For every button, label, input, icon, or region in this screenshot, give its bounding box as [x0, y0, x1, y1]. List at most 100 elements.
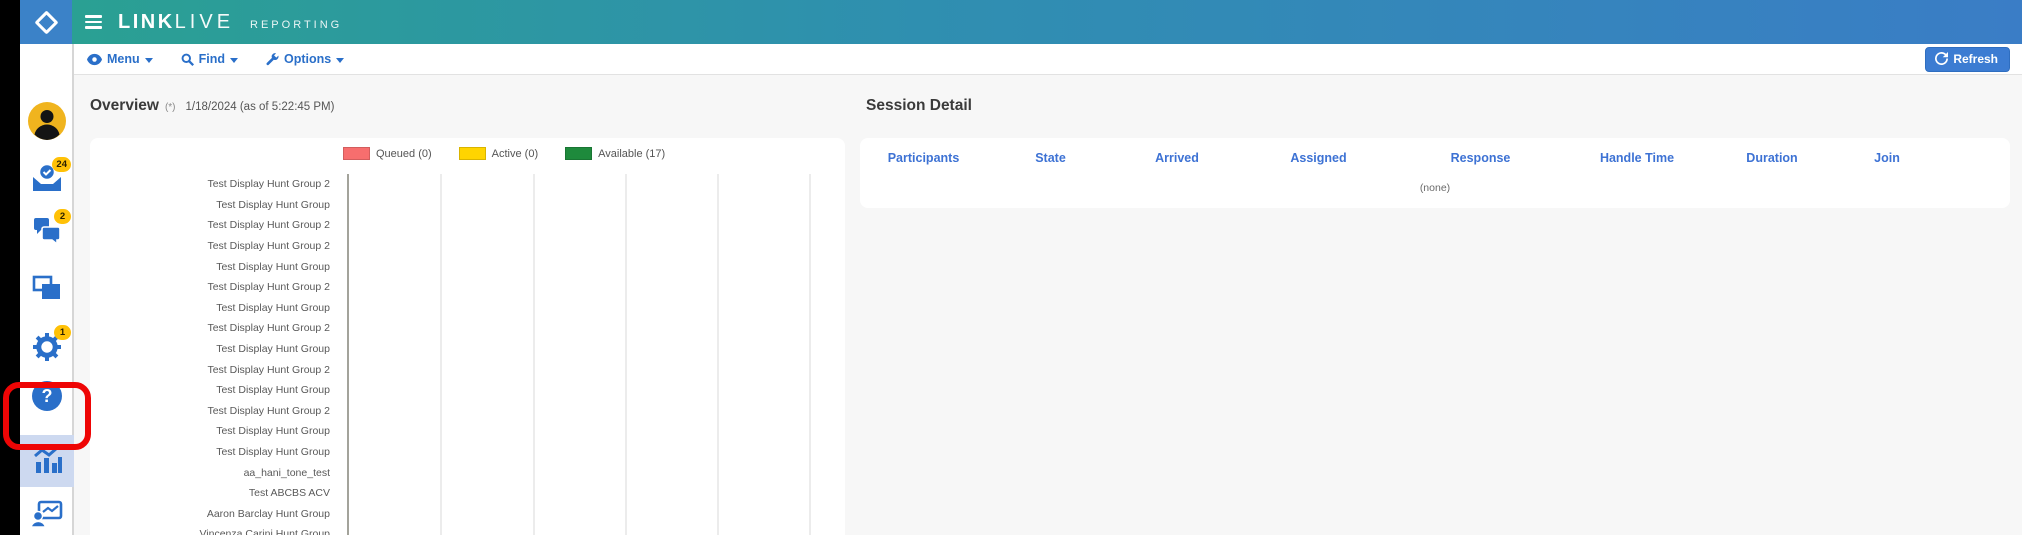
- find-dropdown[interactable]: Find: [181, 52, 238, 66]
- column-header[interactable]: State: [987, 151, 1114, 165]
- brand-title: LINK LIVE REPORTING: [118, 11, 342, 34]
- sidebar-item-supervisor[interactable]: [20, 500, 74, 528]
- hunt-group-chart: Test Display Hunt Group 2 Test Display H…: [90, 174, 845, 535]
- legend-item: Queued (0): [343, 147, 432, 160]
- options-dropdown[interactable]: Options: [266, 52, 344, 66]
- sidebar-item-help[interactable]: ?: [20, 381, 74, 411]
- chart-row: Test Display Hunt Group 2: [90, 174, 845, 195]
- help-glyph: ?: [42, 386, 53, 407]
- sidebar-item-messages[interactable]: 24: [20, 164, 74, 194]
- hunt-group-label[interactable]: Test Display Hunt Group: [90, 261, 340, 273]
- hunt-group-label[interactable]: Test Display Hunt Group 2: [90, 281, 340, 293]
- column-header[interactable]: Handle Time: [1564, 151, 1710, 165]
- column-header[interactable]: Assigned: [1240, 151, 1397, 165]
- chart-row: Test Display Hunt Group 2: [90, 359, 845, 380]
- session-detail-title: Session Detail: [866, 97, 972, 115]
- sidebar-item-profile[interactable]: [20, 102, 74, 140]
- legend-item: Active (0): [459, 147, 538, 160]
- chart-legend: Queued (0) Active (0) Available (17): [343, 147, 665, 160]
- hunt-group-label[interactable]: Vincenza Carini Hunt Group: [90, 528, 340, 535]
- column-header[interactable]: Arrived: [1114, 151, 1240, 165]
- chart-row: Aaron Barclay Hunt Group: [90, 504, 845, 525]
- icon-sidebar: 24 2 1: [20, 44, 74, 535]
- session-detail-header-row: Participants State Arrived Assigned Resp…: [860, 151, 2010, 165]
- chevron-down-icon: [336, 58, 344, 63]
- chart-row: aa_hani_tone_test: [90, 462, 845, 483]
- hunt-group-label[interactable]: Test Display Hunt Group 2: [90, 405, 340, 417]
- chart-row: Test Display Hunt Group 2: [90, 215, 845, 236]
- settings-badge: 1: [54, 325, 71, 340]
- brand-reporting: REPORTING: [250, 19, 342, 31]
- sidebar-item-settings[interactable]: 1: [20, 332, 74, 362]
- hunt-group-label[interactable]: Test Display Hunt Group: [90, 384, 340, 396]
- legend-label: Available (17): [598, 148, 665, 160]
- chart-row: Test Display Hunt Group: [90, 195, 845, 216]
- empty-table-message: (none): [860, 182, 2010, 194]
- legend-label: Queued (0): [376, 148, 432, 160]
- column-header[interactable]: Duration: [1710, 151, 1834, 165]
- hunt-group-label[interactable]: Test ABCBS ACV: [90, 487, 340, 499]
- hunt-group-label[interactable]: Test Display Hunt Group: [90, 425, 340, 437]
- hunt-group-label[interactable]: Test Display Hunt Group 2: [90, 219, 340, 231]
- refresh-button[interactable]: Refresh: [1925, 47, 2010, 72]
- sidebar-item-reports-active[interactable]: [20, 445, 74, 475]
- refresh-label: Refresh: [1953, 52, 1998, 66]
- legend-item: Available (17): [565, 147, 665, 160]
- overview-timestamp: 1/18/2024 (as of 5:22:45 PM): [186, 101, 335, 113]
- sidebar-item-chats[interactable]: 2: [20, 216, 74, 244]
- diamond-icon: [34, 10, 58, 34]
- chart-rows: Test Display Hunt Group 2 Test Display H…: [90, 174, 845, 535]
- legend-label: Active (0): [492, 148, 538, 160]
- hunt-group-label[interactable]: Aaron Barclay Hunt Group: [90, 508, 340, 520]
- hunt-group-label[interactable]: Test Display Hunt Group: [90, 343, 340, 355]
- letterbox-strip: [0, 0, 20, 535]
- legend-swatch: [459, 147, 486, 160]
- refresh-icon: [1935, 52, 1948, 65]
- hunt-group-label[interactable]: Test Display Hunt Group: [90, 446, 340, 458]
- menu-bar: Menu Find Options Refresh: [74, 44, 2022, 75]
- overview-chart-card: Queued (0) Active (0) Available (17) Tes…: [90, 138, 845, 535]
- chart-row: Test Display Hunt Group: [90, 421, 845, 442]
- avatar-icon: [28, 102, 66, 140]
- chart-row: Test Display Hunt Group 2: [90, 401, 845, 422]
- find-label: Find: [199, 52, 225, 66]
- menu-dropdown[interactable]: Menu: [87, 52, 153, 66]
- windows-icon: [32, 275, 62, 301]
- chart-row: Vincenza Carini Hunt Group: [90, 524, 845, 535]
- chart-row: Test Display Hunt Group: [90, 339, 845, 360]
- search-icon: [181, 53, 194, 66]
- hunt-group-label[interactable]: Test Display Hunt Group: [90, 302, 340, 314]
- messages-badge: 24: [52, 157, 71, 172]
- hunt-group-label[interactable]: Test Display Hunt Group 2: [90, 240, 340, 252]
- sidebar-item-windows[interactable]: [20, 275, 74, 301]
- options-label: Options: [284, 52, 331, 66]
- chart-row: Test Display Hunt Group: [90, 380, 845, 401]
- chart-row: Test Display Hunt Group 2: [90, 318, 845, 339]
- legend-swatch: [343, 147, 370, 160]
- chart-row: Test Display Hunt Group: [90, 298, 845, 319]
- hamburger-menu-icon[interactable]: [85, 15, 102, 29]
- session-detail-heading: Session Detail: [866, 97, 972, 115]
- brand-live: LIVE: [175, 11, 234, 34]
- eye-icon: [87, 53, 102, 66]
- hunt-group-label[interactable]: Test Display Hunt Group: [90, 199, 340, 211]
- hunt-group-label[interactable]: aa_hani_tone_test: [90, 467, 340, 479]
- chart-row: Test Display Hunt Group: [90, 442, 845, 463]
- analytics-chart-icon: [31, 445, 63, 475]
- column-header[interactable]: Join: [1834, 151, 2010, 165]
- chats-badge: 2: [54, 209, 71, 224]
- overview-heading: Overview (*) 1/18/2024 (as of 5:22:45 PM…: [90, 97, 334, 115]
- hunt-group-label[interactable]: Test Display Hunt Group 2: [90, 178, 340, 190]
- linklive-logo[interactable]: [20, 0, 72, 44]
- column-header[interactable]: Participants: [860, 151, 987, 165]
- chart-row: Test Display Hunt Group 2: [90, 236, 845, 257]
- hunt-group-label[interactable]: Test Display Hunt Group 2: [90, 364, 340, 376]
- page-title: Overview: [90, 97, 159, 115]
- wrench-icon: [266, 53, 279, 66]
- chart-row: Test Display Hunt Group: [90, 256, 845, 277]
- supervisor-presentation-icon: [31, 500, 63, 528]
- session-detail-card: Participants State Arrived Assigned Resp…: [860, 138, 2010, 208]
- hunt-group-label[interactable]: Test Display Hunt Group 2: [90, 322, 340, 334]
- column-header[interactable]: Response: [1397, 151, 1564, 165]
- app-header: LINK LIVE REPORTING: [20, 0, 2022, 44]
